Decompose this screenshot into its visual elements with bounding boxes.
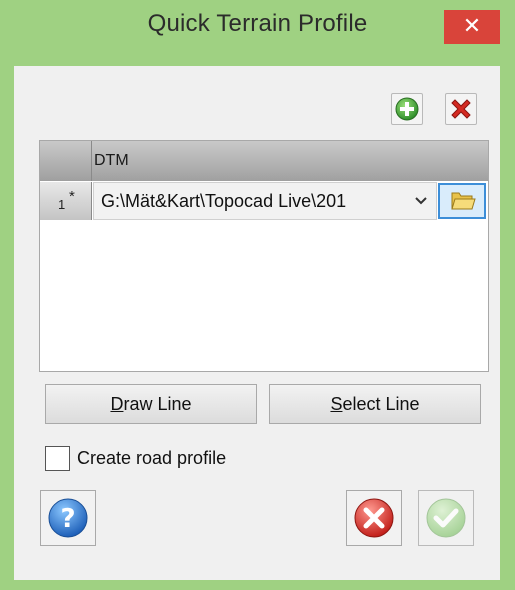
quick-terrain-profile-dialog: Quick Terrain Profile ✕ DTM 1 * G:\Mät&K… bbox=[0, 0, 515, 590]
close-button[interactable]: ✕ bbox=[444, 10, 500, 44]
dtm-column-header[interactable]: DTM bbox=[92, 141, 488, 181]
folder-icon bbox=[451, 192, 476, 210]
chevron-down-icon[interactable] bbox=[414, 183, 428, 219]
add-dtm-button[interactable] bbox=[391, 93, 423, 125]
select-line-button[interactable]: Select Line bbox=[269, 384, 481, 424]
grid-corner bbox=[40, 141, 92, 181]
ok-check-icon bbox=[426, 498, 466, 538]
create-road-profile-checkbox[interactable] bbox=[45, 446, 70, 471]
dialog-title: Quick Terrain Profile bbox=[147, 10, 368, 37]
row-number: 1 bbox=[58, 197, 66, 212]
dtm-path-dropdown[interactable]: G:\Mät&Kart\Topocad Live\201 bbox=[93, 182, 437, 220]
dtm-path-value: G:\Mät&Kart\Topocad Live\201 bbox=[101, 191, 347, 211]
red-x-icon bbox=[451, 99, 471, 119]
new-row-marker: * bbox=[69, 188, 75, 205]
green-plus-icon bbox=[395, 97, 419, 121]
cancel-icon bbox=[354, 498, 394, 538]
dtm-grid: DTM 1 * G:\Mät&Kart\Topocad Live\201 bbox=[39, 140, 489, 372]
create-road-profile-label[interactable]: Create road profile bbox=[77, 448, 226, 469]
browse-folder-button[interactable] bbox=[438, 183, 486, 219]
ok-button[interactable] bbox=[418, 490, 474, 546]
help-icon: ? bbox=[48, 498, 88, 538]
select-line-label: Select Line bbox=[330, 394, 420, 414]
svg-text:?: ? bbox=[60, 504, 75, 534]
remove-dtm-button[interactable] bbox=[445, 93, 477, 125]
draw-line-button[interactable]: Draw Line bbox=[45, 384, 257, 424]
cancel-button[interactable] bbox=[346, 490, 402, 546]
dialog-body: DTM 1 * G:\Mät&Kart\Topocad Live\201 Dra… bbox=[14, 66, 500, 580]
help-button[interactable]: ? bbox=[40, 490, 96, 546]
row-header[interactable]: 1 * bbox=[40, 182, 92, 220]
draw-line-label: Draw Line bbox=[110, 394, 192, 414]
title-bar[interactable]: Quick Terrain Profile ✕ bbox=[0, 0, 515, 52]
